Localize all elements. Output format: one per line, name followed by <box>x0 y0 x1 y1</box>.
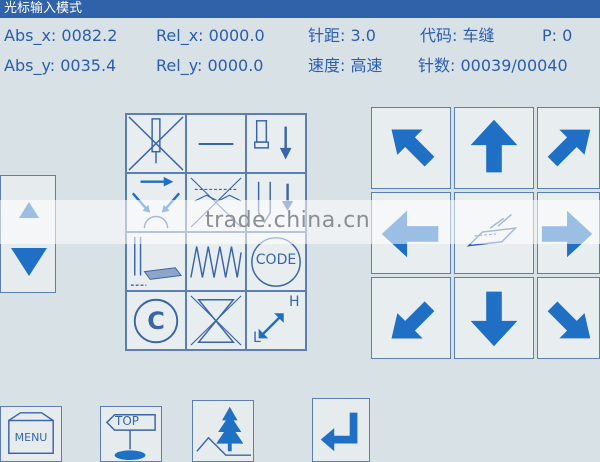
move-down-left-button[interactable] <box>371 277 451 359</box>
scale-h-label: H <box>289 294 300 310</box>
hourglass-cross-icon <box>190 295 242 346</box>
watermark-text: trade.china.cn <box>205 208 371 233</box>
arrow-down-right-icon <box>547 301 591 339</box>
move-up-right-button[interactable] <box>537 107 600 189</box>
enter-return-icon <box>320 412 358 452</box>
title-bar: 光标输入模式 <box>0 0 600 18</box>
window-title: 光标输入模式 <box>4 1 83 16</box>
copy-button[interactable]: C <box>126 291 186 350</box>
speed-readout: 速度: 高速 <box>308 56 383 75</box>
needle-cross-icon <box>128 116 184 171</box>
move-up-button[interactable] <box>454 107 534 189</box>
tree-landscape-icon <box>196 406 252 456</box>
status-row-2: Abs_y: 0035.4 Rel_y: 0000.0 速度: 高速 针数: 0003… <box>4 52 568 76</box>
needle-position-button[interactable] <box>126 114 186 173</box>
scale-l-label: L <box>253 330 261 346</box>
move-down-button[interactable] <box>454 277 534 359</box>
top-label: TOP <box>115 414 140 428</box>
arrow-up-left-icon <box>391 129 435 167</box>
copy-label: C <box>147 307 165 335</box>
status-row-1: Abs_x: 0082.2 Rel_x: 0000.0 针距: 3.0 代码: 车缝 P… <box>4 22 592 46</box>
straight-line-button[interactable] <box>186 114 246 173</box>
rel-x-readout: Rel_x: 0000.0 <box>156 26 265 45</box>
code-readout: 代码: 车缝 <box>420 26 495 45</box>
line-icon <box>198 143 234 145</box>
stitch-pitch-readout: 针距: 3.0 <box>308 26 376 45</box>
arrow-up-right-icon <box>547 129 591 167</box>
presser-down-button[interactable] <box>246 114 306 173</box>
arrow-up-icon <box>470 119 518 173</box>
menu-button[interactable]: MENU <box>0 406 62 462</box>
move-down-right-button[interactable] <box>537 277 600 359</box>
abs-y-readout: Abs_y: 0035.4 <box>4 56 117 75</box>
abs-x-readout: Abs_x: 0082.2 <box>4 26 118 45</box>
landscape-button[interactable] <box>192 400 254 462</box>
top-button[interactable]: TOP <box>100 406 162 462</box>
arrow-down-icon <box>470 291 518 347</box>
code-label: CODE <box>255 252 297 268</box>
arrow-down-left-icon <box>391 301 435 339</box>
stitch-count-readout: 针数: 00039/00040 <box>418 56 568 75</box>
presser-foot-down-icon <box>254 120 292 160</box>
scale-button[interactable]: H L <box>246 291 306 350</box>
menu-label: MENU <box>14 431 48 444</box>
move-up-left-button[interactable] <box>371 107 451 189</box>
page-readout: P: 0 <box>542 26 573 45</box>
point-delete-button[interactable] <box>186 291 246 350</box>
rel-y-readout: Rel_y: 0000.0 <box>156 56 264 75</box>
enter-button[interactable] <box>312 398 370 462</box>
